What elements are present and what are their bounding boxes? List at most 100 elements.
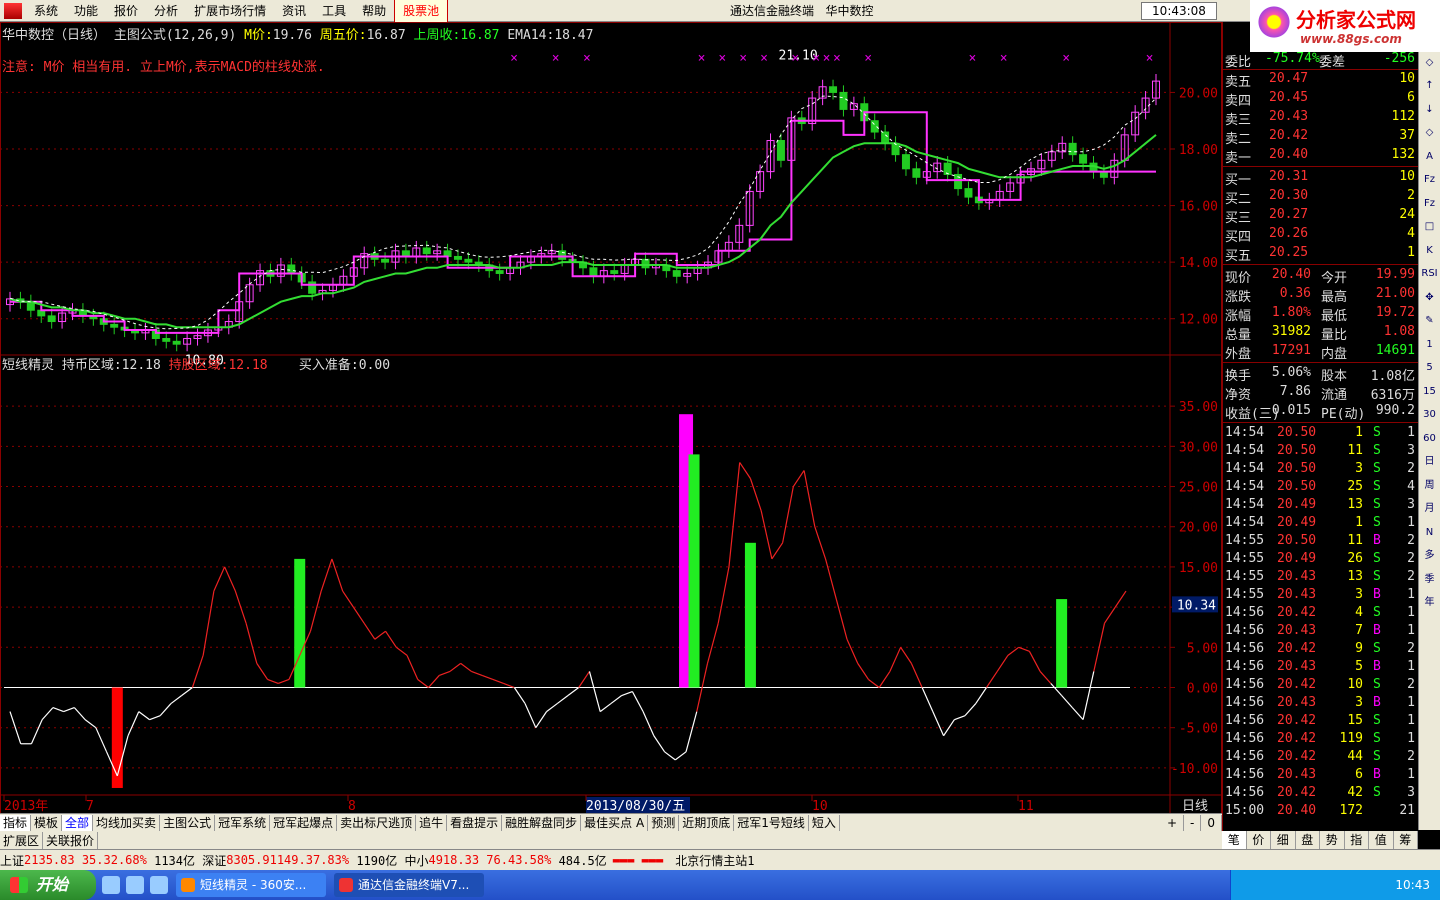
tick-row[interactable]: 14:56 20.42 42 S 3 <box>1223 784 1419 803</box>
stat-row[interactable]: 现价 20.40 今开 19.99 <box>1223 266 1419 286</box>
app-quicklaunch-icon[interactable] <box>150 876 168 894</box>
tab-control-button[interactable]: - <box>1184 814 1202 831</box>
right-panel-tab[interactable]: 价 <box>1247 831 1271 849</box>
tray-clock[interactable]: 10:43 <box>1395 878 1430 892</box>
toolbar-icon[interactable]: A <box>1420 148 1439 166</box>
toolbar-icon[interactable]: 日 <box>1420 453 1439 471</box>
toolbar-icon[interactable]: N <box>1420 524 1439 542</box>
right-panel-tab[interactable]: 细 <box>1271 831 1296 849</box>
stat-row[interactable]: 涨幅 1.80% 最低 19.72 <box>1223 304 1419 324</box>
toolbar-icon[interactable]: K <box>1420 242 1439 260</box>
tab-indicator[interactable]: 融胜解盘同步 <box>502 814 582 831</box>
desktop-quicklaunch-icon[interactable] <box>126 876 144 894</box>
menu-help[interactable]: 帮助 <box>354 0 394 22</box>
right-panel-tab[interactable]: 指 <box>1345 831 1369 849</box>
fundamental-row[interactable]: 换手 5.06% 股本 1.08亿 <box>1223 364 1419 384</box>
menu-info[interactable]: 资讯 <box>274 0 314 22</box>
menu-system[interactable]: 系统 <box>26 0 66 22</box>
toolbar-icon[interactable]: 5 <box>1420 359 1439 377</box>
tab-indicator[interactable]: 冠军1号短线 <box>734 814 809 831</box>
ask-row[interactable]: 卖五 20.47 10 <box>1223 70 1419 90</box>
toolbar-icon[interactable]: 周 <box>1420 477 1439 495</box>
tick-row[interactable]: 14:54 20.50 3 S 2 <box>1223 460 1419 479</box>
tick-row[interactable]: 14:56 20.43 5 B 1 <box>1223 658 1419 677</box>
fundamental-row[interactable]: 收益(三) 0.015 PE(动) 990.2 <box>1223 402 1419 422</box>
tab-related-quotes[interactable]: 关联报价 <box>43 831 99 849</box>
tab-control-button[interactable]: 0 <box>1201 814 1222 831</box>
tab-indicator[interactable]: 卖出标尺逃顶 <box>337 814 417 831</box>
tick-row[interactable]: 14:56 20.42 119 S 1 <box>1223 730 1419 749</box>
toolbar-icon[interactable]: 1 <box>1420 336 1439 354</box>
ie-quicklaunch-icon[interactable] <box>102 876 120 894</box>
toolbar-icon[interactable]: ◇ <box>1420 124 1439 142</box>
tick-row[interactable]: 14:56 20.42 9 S 2 <box>1223 640 1419 659</box>
bid-row[interactable]: 买五 20.25 1 <box>1223 244 1419 264</box>
toolbar-icon[interactable]: Fz <box>1420 195 1439 213</box>
tab-control-button[interactable]: + <box>1161 814 1185 831</box>
tab-indicator[interactable]: 全部 <box>62 814 94 831</box>
toolbar-icon[interactable]: 年 <box>1420 594 1439 612</box>
toolbar-icon[interactable]: 季 <box>1420 571 1439 589</box>
stat-row[interactable]: 总量 31982 量比 1.08 <box>1223 323 1419 343</box>
menu-extended-market[interactable]: 扩展市场行情 <box>186 0 274 22</box>
menu-quote[interactable]: 报价 <box>106 0 146 22</box>
tick-row[interactable]: 15:00 20.40 172 21 <box>1223 802 1419 821</box>
right-panel-tab[interactable]: 势 <box>1320 831 1345 849</box>
bid-row[interactable]: 买一 20.31 10 <box>1223 168 1419 188</box>
tick-row[interactable]: 14:55 20.43 13 S 2 <box>1223 568 1419 587</box>
ask-row[interactable]: 卖四 20.45 6 <box>1223 89 1419 109</box>
right-panel-tab[interactable]: 盘 <box>1296 831 1320 849</box>
tab-indicator[interactable]: 指标 <box>0 814 32 831</box>
toolbar-icon[interactable]: ◇ <box>1420 54 1439 72</box>
tick-row[interactable]: 14:55 20.49 26 S 2 <box>1223 550 1419 569</box>
right-panel-tab[interactable]: 值 <box>1369 831 1394 849</box>
toolbar-icon[interactable]: ↑ <box>1420 77 1439 95</box>
toolbar-icon[interactable]: Fz <box>1420 171 1439 189</box>
fundamental-row[interactable]: 净资 7.86 流通 6316万 <box>1223 383 1419 403</box>
tick-row[interactable]: 14:56 20.43 3 B 1 <box>1223 694 1419 713</box>
tick-row[interactable]: 14:56 20.43 7 B 1 <box>1223 622 1419 641</box>
tab-indicator[interactable]: 均线加买卖 <box>93 814 161 831</box>
tab-indicator[interactable]: 追牛 <box>416 814 448 831</box>
toolbar-icon[interactable]: 多 <box>1420 547 1439 565</box>
stat-row[interactable]: 涨跌 0.36 最高 21.00 <box>1223 285 1419 305</box>
tick-row[interactable]: 14:56 20.43 6 B 1 <box>1223 766 1419 785</box>
toolbar-icon[interactable]: 15 <box>1420 383 1439 401</box>
tab-extension-area[interactable]: 扩展区 <box>0 831 44 849</box>
tab-indicator[interactable]: 冠军起爆点 <box>270 814 338 831</box>
server-name[interactable]: 北京行情主站1 <box>675 852 754 869</box>
tab-indicator[interactable]: 短入 <box>809 814 840 831</box>
tick-row[interactable]: 14:54 20.50 25 S 4 <box>1223 478 1419 497</box>
tab-indicator[interactable]: 冠军系统 <box>215 814 271 831</box>
task-browser[interactable]: 短线精灵 - 360安... <box>176 873 326 897</box>
start-button[interactable]: 开始 <box>0 870 96 900</box>
chart-canvas[interactable]: 12.0014.0016.0018.0020.0021.1010.80× × × × ×… <box>0 22 1222 818</box>
menu-stock-pool[interactable]: 股票池 <box>394 0 449 23</box>
order-ratio-row[interactable]: 委比 -75.74% 委差 -256 <box>1223 50 1419 70</box>
tick-row[interactable]: 14:54 20.49 1 S 1 <box>1223 514 1419 533</box>
ask-row[interactable]: 卖二 20.42 37 <box>1223 127 1419 147</box>
chart-area[interactable]: 12.00 14.00 16.00 18.00 20.00 21.10 10.80 × × × × ×… <box>0 22 1222 818</box>
tick-row[interactable]: 14:56 20.42 44 S 2 <box>1223 748 1419 767</box>
tab-indicator[interactable]: 近期顶底 <box>679 814 735 831</box>
bid-row[interactable]: 买三 20.27 24 <box>1223 206 1419 226</box>
right-panel-tab[interactable]: 筹 <box>1394 831 1418 849</box>
tick-row[interactable]: 14:56 20.42 10 S 2 <box>1223 676 1419 695</box>
task-terminal[interactable]: 通达信金融终端V7... <box>334 873 484 897</box>
menu-function[interactable]: 功能 <box>66 0 106 22</box>
ask-row[interactable]: 卖三 20.43 112 <box>1223 108 1419 128</box>
tab-indicator[interactable]: 最佳买点 A <box>581 814 649 831</box>
tick-row[interactable]: 14:56 20.42 4 S 1 <box>1223 604 1419 623</box>
tab-indicator[interactable]: 预测 <box>648 814 680 831</box>
toolbar-icon[interactable]: ✥ <box>1420 289 1439 307</box>
tab-indicator[interactable]: 看盘提示 <box>447 814 503 831</box>
menu-tools[interactable]: 工具 <box>314 0 354 22</box>
bid-row[interactable]: 买四 20.26 4 <box>1223 225 1419 245</box>
ask-row[interactable]: 卖一 20.40 132 <box>1223 146 1419 166</box>
tick-row[interactable]: 14:55 20.50 11 B 2 <box>1223 532 1419 551</box>
tick-row[interactable]: 14:56 20.42 15 S 1 <box>1223 712 1419 731</box>
tick-row[interactable]: 14:54 20.50 1 S 1 <box>1223 424 1419 443</box>
right-panel-tab[interactable]: 笔 <box>1222 831 1247 849</box>
menu-analysis[interactable]: 分析 <box>146 0 186 22</box>
toolbar-icon[interactable]: RSI <box>1420 265 1439 283</box>
